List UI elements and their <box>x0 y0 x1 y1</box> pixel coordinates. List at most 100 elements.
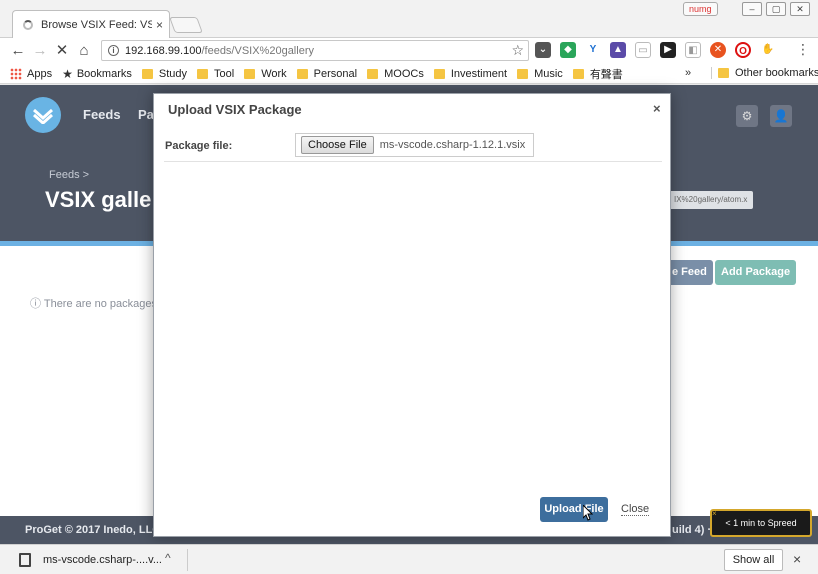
bookmark-label: Study <box>158 67 188 80</box>
toast-close-icon[interactable]: × <box>712 510 717 518</box>
bookmark-label: Personal <box>313 67 358 80</box>
back-arrow-icon[interactable]: ← <box>8 41 28 61</box>
download-file-name[interactable]: ms-vscode.csharp-....v... <box>43 554 162 566</box>
bookmark-label: Tool <box>214 67 235 80</box>
upload-file-button[interactable]: Upload File <box>540 497 608 522</box>
bookmark-folder-moocs[interactable]: MOOCs <box>367 68 424 80</box>
profile-badge[interactable]: numg <box>683 2 718 16</box>
modal-close-icon[interactable]: × <box>653 101 661 116</box>
tab-title: Browse VSIX Feed: VSIX g <box>41 18 152 31</box>
bookmark-star-icon[interactable]: ☆ <box>511 42 524 59</box>
proget-logo-icon[interactable] <box>25 97 61 133</box>
nav-feeds-link[interactable]: Feeds <box>83 107 121 122</box>
footer-copyright: ProGet © 2017 Inedo, LLC <box>25 524 161 536</box>
browser-toolbar: ← → ✕ ⌂ i 192.168.99.100/feeds/VSIX%20ga… <box>0 38 818 64</box>
add-package-button[interactable]: Add Package <box>715 260 797 285</box>
logo-chevron-icon <box>33 108 53 124</box>
loading-spinner-icon <box>23 19 33 30</box>
bookmark-label: Apps <box>27 67 53 80</box>
show-all-downloads-button[interactable]: Show all <box>724 549 783 571</box>
upload-vsix-modal: Upload VSIX Package × Package file: Choo… <box>153 93 671 537</box>
bookmark-folder-other[interactable]: Other bookmarks <box>711 67 818 79</box>
forward-arrow-icon[interactable]: → <box>30 41 50 61</box>
pocket-extension-icon[interactable]: ⌄ <box>535 42 551 58</box>
bookmarks-bar: Apps ★ Bookmarks Study Tool Work Persona… <box>0 64 818 84</box>
settings-gear-icon[interactable]: ⚙ <box>736 105 758 127</box>
page-title: VSIX galle <box>45 187 152 212</box>
browser-titlebar: Browse VSIX Feed: VSIX g × numg – ▢ ✕ <box>0 0 818 38</box>
apps-grid-icon <box>10 67 22 80</box>
download-separator <box>187 549 188 571</box>
adblock-extension-icon[interactable]: ✕ <box>710 42 726 58</box>
folder-icon <box>433 68 445 79</box>
spreed-toast[interactable]: < 1 min to Spreed <box>710 509 812 537</box>
package-file-label: Package file: <box>165 140 233 152</box>
bookmark-label: Work <box>261 67 287 80</box>
maximize-button[interactable]: ▢ <box>766 2 786 16</box>
user-profile-icon[interactable]: 👤 <box>770 105 792 127</box>
tab-close-icon[interactable]: × <box>156 18 163 32</box>
folder-icon <box>244 68 256 79</box>
panel-extension-icon[interactable]: ◧ <box>685 42 701 58</box>
bookmark-label: 有聲書 <box>589 68 623 81</box>
bookmark-folder-music[interactable]: Music <box>517 68 563 80</box>
star-icon: ★ <box>62 66 73 81</box>
bookmark-label: Investiment <box>450 67 508 80</box>
browser-menu-icon[interactable]: ⋮ <box>796 41 810 58</box>
new-tab-button[interactable] <box>169 17 203 33</box>
feedly-extension-icon[interactable]: ◆ <box>560 42 576 58</box>
modal-close-link[interactable]: Close <box>621 503 650 516</box>
feed-url-badge[interactable]: IX%20gallery/atom.x <box>668 191 754 209</box>
window-controls: – ▢ ✕ <box>742 2 810 16</box>
bookmark-folder-investiment[interactable]: Investiment <box>433 67 508 80</box>
bookmark-folder-audiobooks[interactable]: 有聲書 <box>572 66 623 82</box>
bookmark-folder-personal[interactable]: Personal <box>296 67 358 80</box>
download-options-caret-icon[interactable]: ^ <box>165 551 171 565</box>
download-shelf: ms-vscode.csharp-....v... ^ Show all × <box>0 544 818 574</box>
extension-icons: ⌄ ◆ Y ▲ ▭ ▶ ◧ ✕ O ✋ <box>535 42 776 58</box>
bookmark-folder-work[interactable]: Work <box>244 67 287 80</box>
bookmark-folder-study[interactable]: Study <box>141 67 188 80</box>
bookmark-label: MOOCs <box>384 67 424 80</box>
folder-icon <box>517 68 529 79</box>
folder-icon <box>572 68 584 79</box>
home-icon[interactable]: ⌂ <box>74 41 94 61</box>
manage-feed-button[interactable]: e Feed <box>666 260 713 285</box>
folder-icon <box>296 68 308 79</box>
download-file-icon <box>19 553 31 567</box>
package-file-input[interactable]: Choose File ms-vscode.csharp-1.12.1.vsix <box>295 133 534 157</box>
stop-icon[interactable]: ✕ <box>52 41 72 61</box>
url-path: /feeds/VSIX%20gallery <box>201 44 314 57</box>
clipboard-extension-icon[interactable]: ▭ <box>635 42 651 58</box>
choose-file-button[interactable]: Choose File <box>301 136 374 154</box>
bookmark-label: Other bookmarks <box>735 67 818 79</box>
video-extension-icon[interactable]: ▶ <box>660 42 676 58</box>
breadcrumb[interactable]: Feeds > <box>49 169 89 181</box>
browser-tab[interactable]: Browse VSIX Feed: VSIX g × <box>12 10 170 38</box>
download-shelf-close-icon[interactable]: × <box>793 551 801 567</box>
bookmarks-overflow-chevron[interactable]: » <box>685 67 691 79</box>
opera-extension-icon[interactable]: O <box>735 42 751 58</box>
modal-title: Upload VSIX Package <box>168 102 302 117</box>
folder-icon <box>141 68 153 79</box>
window-close-button[interactable]: ✕ <box>790 2 810 16</box>
selected-file-name: ms-vscode.csharp-1.12.1.vsix <box>379 139 526 151</box>
nav-packages-link[interactable]: Pa <box>138 107 154 122</box>
folder-icon <box>718 68 729 78</box>
folder-icon <box>367 68 379 79</box>
bookmark-label: Bookmarks <box>76 67 132 80</box>
footer-build-info: uild 4) · <box>672 524 712 536</box>
mouse-pointer-icon <box>583 505 593 521</box>
vimium-extension-icon[interactable]: Y <box>585 42 601 58</box>
hand-extension-icon[interactable]: ✋ <box>760 42 776 58</box>
url-host: 192.168.99.100 <box>125 44 202 57</box>
site-info-icon[interactable]: i <box>108 45 119 56</box>
bookmark-folder-tool[interactable]: Tool <box>197 68 234 80</box>
empty-packages-message: ⓘ There are no packages <box>30 298 157 310</box>
reader-extension-icon[interactable]: ▲ <box>610 42 626 58</box>
minimize-button[interactable]: – <box>742 2 762 16</box>
bookmark-label: Music <box>534 67 563 80</box>
address-bar[interactable]: i 192.168.99.100/feeds/VSIX%20gallery ☆ <box>101 40 529 61</box>
bookmark-apps[interactable]: Apps <box>10 67 53 80</box>
bookmark-bookmarks[interactable]: ★ Bookmarks <box>62 67 132 81</box>
